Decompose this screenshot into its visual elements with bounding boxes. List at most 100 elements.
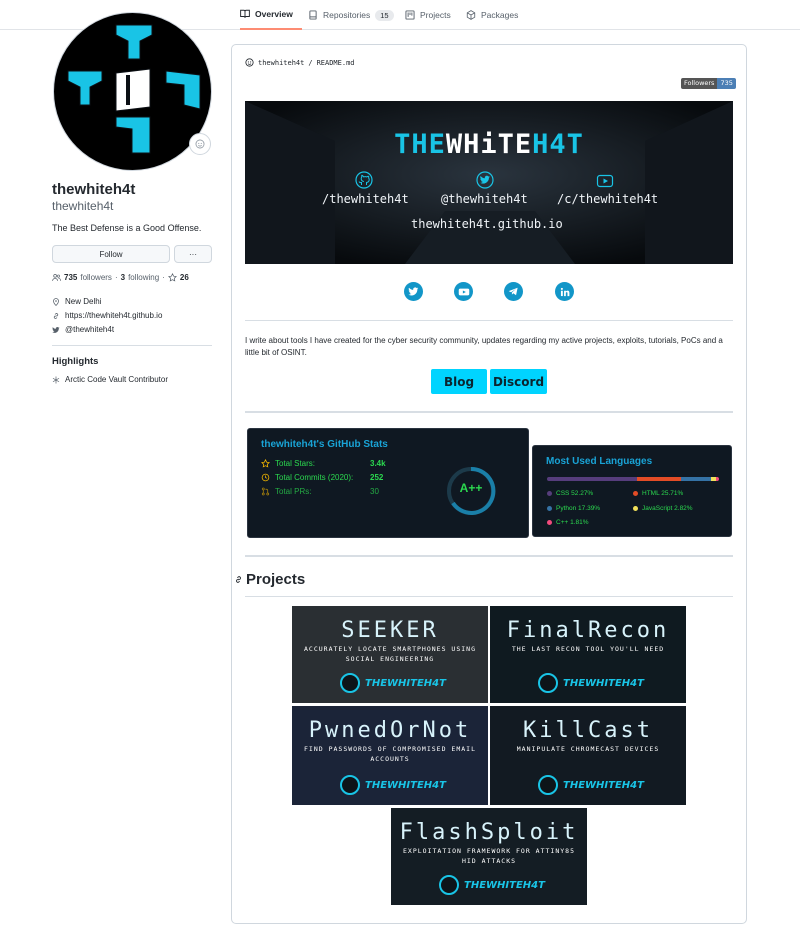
set-status-button[interactable] [189, 133, 211, 155]
readme-user[interactable]: thewhiteh4t [258, 59, 304, 67]
stats-prs-label: Total PRs: [275, 487, 312, 496]
tab-projects[interactable]: Projects [405, 0, 451, 30]
website-link[interactable]: https://thewhiteh4t.github.io [65, 311, 162, 320]
smiley-icon [245, 58, 254, 67]
readme-file: README.md [316, 58, 355, 67]
language-item-css: CSS 52.27% [547, 490, 593, 497]
tab-overview-label: Overview [255, 9, 293, 19]
project-subtitle: FIND PASSWORDS OF COMPROMISED EMAIL ACCO… [304, 745, 476, 763]
smiley-icon [195, 139, 205, 149]
projects-heading: Projects [234, 571, 305, 588]
github-stats-card: thewhiteh4t's GitHub Stats Total Stars: … [247, 428, 529, 538]
banner-twitter-link[interactable]: @thewhiteh4t [441, 192, 528, 206]
readme-divider-2 [245, 411, 733, 413]
project-title: PwnedOrNot [308, 718, 472, 743]
banner-site-link[interactable]: thewhiteh4t.github.io [411, 217, 563, 231]
language-dot [547, 506, 552, 511]
location-icon [53, 297, 59, 306]
logo-badge-icon [538, 673, 558, 693]
followers-badge-label: Followers [681, 78, 718, 89]
language-label: C++ 1.81% [556, 519, 589, 526]
project-card-finalrecon[interactable]: FinalRecon THE LAST RECON TOOL YOU'LL NE… [490, 606, 686, 703]
follow-stats: 735 followers · 3 following · 26 [52, 273, 189, 282]
project-card-killcast[interactable]: KillCast MANIPULATE CHROMECAST DEVICES T… [490, 706, 686, 805]
following-count[interactable]: 3 [121, 273, 125, 282]
followers-badge-value: 735 [717, 78, 736, 89]
stars-count[interactable]: 26 [180, 273, 189, 282]
people-icon [52, 274, 61, 281]
github-icon [355, 171, 373, 189]
language-dot [547, 491, 552, 496]
language-item-javascript: JavaScript 2.82% [633, 505, 693, 512]
follow-button[interactable]: Follow [52, 245, 170, 263]
pull-request-icon [261, 487, 270, 496]
project-subtitle: THE LAST RECON TOOL YOU'LL NEED [511, 645, 665, 653]
linkedin-social-button[interactable] [555, 282, 574, 301]
website-row: https://thewhiteh4t.github.io [52, 311, 162, 320]
avatar[interactable] [53, 12, 212, 171]
banner-title: THEWHiTEH4T [245, 129, 733, 160]
stats-card-title: thewhiteh4t's GitHub Stats [261, 439, 388, 450]
blog-button[interactable]: Blog [431, 369, 487, 394]
highlight-text: Arctic Code Vault Contributor [65, 375, 169, 384]
languages-card-title: Most Used Languages [546, 456, 653, 467]
project-logo: THEWHITEH4T [538, 673, 644, 693]
project-title: SEEKER [341, 618, 439, 643]
language-label: CSS 52.27% [556, 490, 594, 497]
tab-repositories-label: Repositories [323, 10, 371, 20]
project-card-flashsploit[interactable]: FlashSploit EXPLOITATION FRAMEWORK FOR A… [391, 808, 587, 905]
project-logo: THEWHITEH4T [340, 673, 446, 693]
language-bar-segment [636, 477, 682, 481]
profile-login: thewhiteh4t [52, 199, 114, 213]
anchor-link-icon[interactable] [234, 575, 243, 584]
followers-badge[interactable]: Followers 735 [681, 78, 736, 89]
twitter-handle[interactable]: @thewhiteh4t [65, 325, 114, 334]
twitter-social-button[interactable] [404, 282, 423, 301]
star-icon [167, 273, 177, 282]
language-dot [633, 491, 638, 496]
languages-card: Most Used Languages CSS 52.27% HTML 25.7… [532, 445, 732, 537]
tab-overview[interactable]: Overview [240, 0, 302, 30]
language-dot [547, 520, 552, 525]
more-options-button[interactable]: ··· [174, 245, 212, 263]
followers-count[interactable]: 735 [64, 273, 77, 282]
snowflake-icon [52, 376, 60, 383]
location-row: New Delhi [52, 297, 101, 306]
logo-badge-icon [340, 673, 360, 693]
project-card-seeker[interactable]: SEEKER ACCURATELY LOCATE SMARTPHONES USI… [292, 606, 488, 703]
readme-description: I write about tools I have created for t… [245, 336, 723, 357]
highlights-title: Highlights [52, 356, 99, 367]
projects-underline [245, 596, 733, 597]
projects-heading-text: Projects [246, 571, 306, 588]
project-card-pwnedornot[interactable]: PwnedOrNot FIND PASSWORDS OF COMPROMISED… [292, 706, 488, 805]
repo-icon [309, 10, 317, 20]
project-logo-text: THEWHITEH4T [563, 779, 644, 791]
followers-label[interactable]: followers [80, 273, 112, 282]
youtube-icon [596, 174, 614, 188]
avatar-logo-icon [67, 24, 201, 154]
history-icon [261, 473, 270, 482]
discord-button[interactable]: Discord [490, 369, 547, 394]
readme-divider-1 [245, 320, 733, 321]
location-text: New Delhi [65, 297, 102, 306]
telegram-icon [508, 287, 518, 296]
language-bar-segment [547, 477, 637, 481]
tab-repositories[interactable]: Repositories 15 [308, 0, 394, 30]
readme-banner: THEWHiTEH4T /thewhiteh4t @thewhiteh4t /c… [245, 101, 733, 264]
banner-youtube-link[interactable]: /c/thewhiteh4t [557, 192, 658, 206]
project-subtitle: ACCURATELY LOCATE SMARTPHONES USING SOCI… [304, 645, 476, 663]
telegram-social-button[interactable] [504, 282, 523, 301]
language-dot [633, 506, 638, 511]
tab-packages-label: Packages [481, 10, 519, 20]
youtube-social-button[interactable] [454, 282, 473, 301]
linkedin-icon [560, 287, 569, 296]
stats-prs-value: 30 [370, 487, 379, 496]
tab-packages[interactable]: Packages [466, 0, 518, 30]
youtube-icon [458, 288, 469, 295]
book-icon [240, 9, 250, 18]
banner-github-link[interactable]: /thewhiteh4t [322, 192, 409, 206]
following-label[interactable]: following [128, 273, 159, 282]
language-item-python: Python 17.39% [547, 505, 600, 512]
star-icon [261, 459, 270, 468]
project-logo-text: THEWHITEH4T [365, 677, 446, 689]
